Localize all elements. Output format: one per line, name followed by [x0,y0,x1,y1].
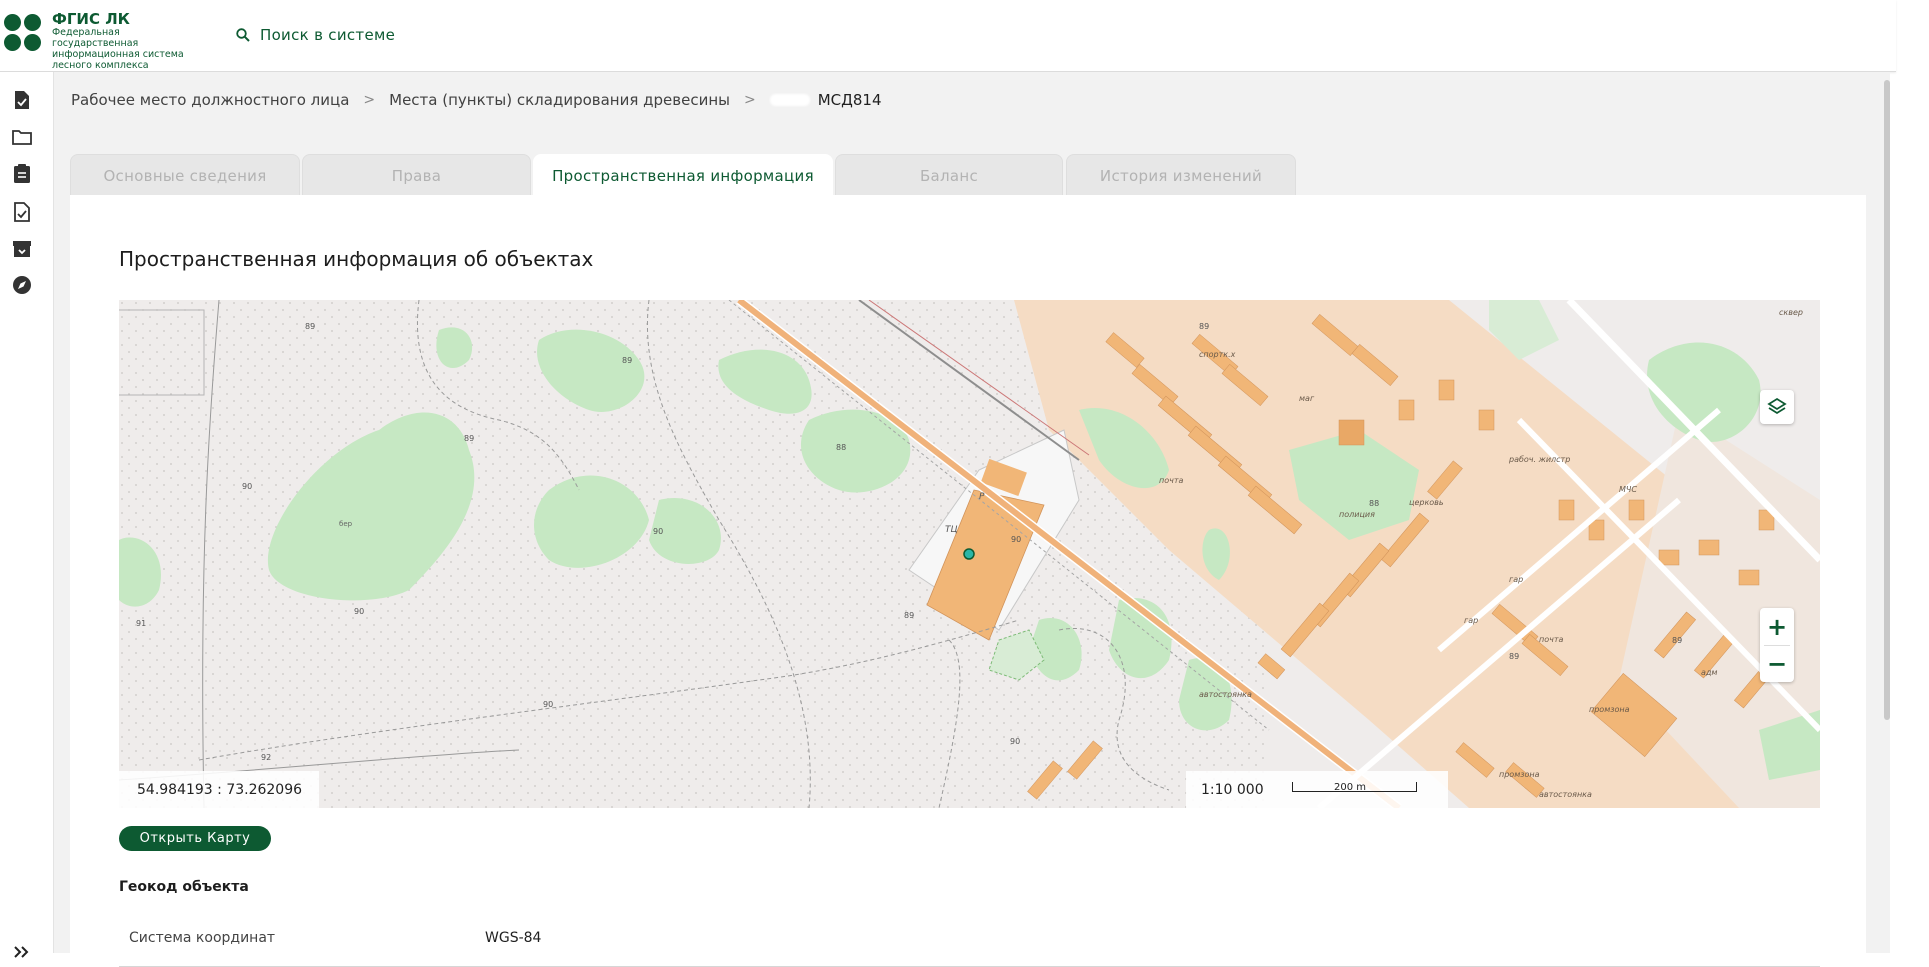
vertical-scrollbar[interactable] [1884,80,1890,720]
folder-icon[interactable] [10,125,34,149]
scale-readout: 1:10 000 200 m [1186,771,1448,808]
map-height-89b: 89 [622,356,633,365]
search-icon [236,28,250,42]
layers-button[interactable] [1760,390,1794,424]
logo-subtitle: Федеральная государственная информационн… [52,27,184,71]
logo-title: ФГИС ЛК [52,10,130,28]
map-label-police: полиция [1339,510,1375,519]
chevron-right-icon: > [743,92,756,108]
compass-icon[interactable] [10,273,34,297]
map-height-89d: 89 [904,611,915,620]
file-check-icon[interactable] [10,200,34,224]
search-label: Поиск в системе [260,26,396,44]
sidebar [0,72,54,958]
geocode-title: Геокод объекта [119,879,249,895]
map-height-90f: 90 [1010,737,1021,746]
chevron-right-icon: > [363,92,376,108]
map-label-p: Р [979,492,985,502]
scale-bar-label: 200 m [1334,782,1367,793]
map-label-garage: гар [1509,575,1524,584]
map-label-ber: бер [339,520,353,528]
map-label-admin: адм [1701,668,1718,677]
breadcrumb-item-workplace[interactable]: Рабочее место должностного лица [71,91,349,109]
map-height-90b: 90 [653,527,664,536]
map-label-industrial: промзона [1589,705,1630,714]
map-label-pochta-2: почта [1539,635,1564,644]
map-height-92: 92 [261,753,272,762]
zoom-controls: + − [1760,608,1794,682]
map-height-89e: 89 [1199,322,1210,331]
map-label-mag: маг [1299,394,1315,403]
geocode-value: WGS-84 [485,930,542,946]
map-height-90e: 90 [1011,535,1022,544]
layers-icon [1767,397,1787,415]
tab-rights[interactable]: Права [302,154,531,196]
document-check-icon[interactable] [10,88,34,112]
map-height-91: 91 [136,619,147,628]
system-search[interactable]: Поиск в системе [236,24,395,46]
map-height-89c: 89 [464,434,475,443]
breadcrumb-current: МСД814 [817,91,882,109]
map-height-90: 90 [242,482,253,491]
geocode-key: Система координат [129,930,276,946]
map-height-88b: 88 [1369,499,1380,508]
map-label-garage-2: гар [1464,616,1479,625]
archive-icon[interactable] [10,237,34,261]
map-viewer[interactable]: ТЦ Р спортк.х маг почта почта полиция це… [119,300,1820,808]
map-height-89g: 89 [1672,636,1683,645]
map-label-worker-housing: рабоч. жилстр [1509,455,1571,464]
zoom-out-button[interactable]: − [1760,645,1794,682]
zoom-in-button[interactable]: + [1760,608,1794,645]
fgis-logo[interactable]: ФГИС ЛК Федеральная государственная инфо… [4,10,194,71]
breadcrumb: Рабочее место должностного лица > Места … [71,91,881,109]
map-label-pochta: почта [1159,476,1184,485]
app-header: ФГИС ЛК Федеральная государственная инфо… [0,0,1896,72]
clipboard-icon[interactable] [10,162,34,186]
map-label-industrial-2: промзона [1499,770,1540,779]
logo-dots-icon [4,14,44,54]
tab-history[interactable]: История изменений [1066,154,1296,196]
map-height-90c: 90 [354,607,365,616]
map-label-sport: спортк.х [1199,350,1236,359]
tab-balance[interactable]: Баланс [835,154,1063,196]
open-map-button[interactable]: Открыть Карту [119,826,271,851]
map-height-89: 89 [305,322,316,331]
map-canvas [119,300,1820,808]
tab-main-info[interactable]: Основные сведения [70,154,300,196]
map-label-church: церковь [1409,498,1444,507]
map-height-90d: 90 [543,700,554,709]
breadcrumb-item-storage-places[interactable]: Места (пункты) складирования древесины [389,91,730,109]
double-chevron-right-icon[interactable] [10,940,34,964]
geocode-row: Система координат WGS-84 [119,918,1820,967]
coordinates-readout: 54.984193 : 73.262096 [119,771,319,808]
redacted-text [769,94,810,106]
map-label-parking: автостоянка [1199,690,1252,699]
map-label-emergency: МЧС [1619,485,1637,494]
scale-value: 1:10 000 [1201,781,1264,798]
map-height-88: 88 [836,443,847,452]
map-label-tc: ТЦ [945,525,958,535]
map-height-89f: 89 [1509,652,1520,661]
tab-spatial-info[interactable]: Пространственная информация [533,154,833,196]
section-title: Пространственная информация об объектах [119,247,594,271]
map-label-square: сквер [1779,308,1803,317]
map-label-parking-2: автостоянка [1539,790,1592,799]
